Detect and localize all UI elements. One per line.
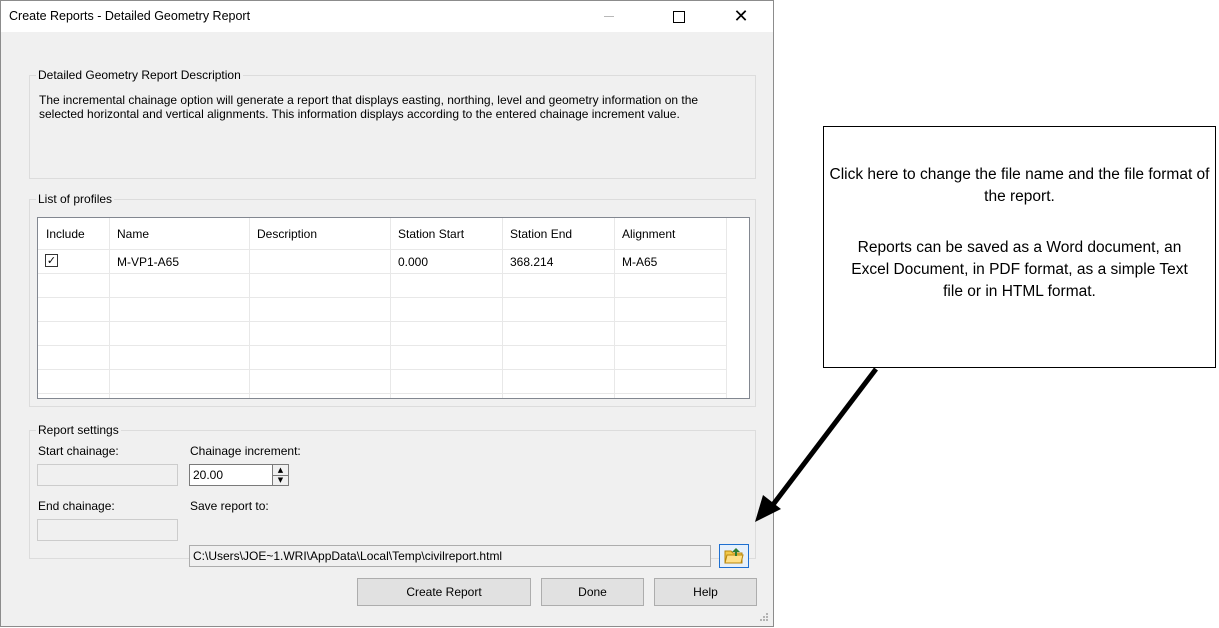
column-header-station-end[interactable]: Station End [502,218,572,250]
callout-arrow-line [770,367,878,508]
alignment-cell: M-A65 [622,255,658,269]
window-title: Create Reports - Detailed Geometry Repor… [9,9,251,23]
profiles-table[interactable]: Include Name Description Station Start S… [37,217,750,399]
maximize-icon [673,10,685,23]
callout-text-1: Click here to change the file name and t… [829,166,1210,205]
empty-table-row [38,370,727,394]
done-button[interactable]: Done [541,578,644,606]
table-header-row: Include Name Description Station Start S… [38,218,727,250]
profile-name-cell: M-VP1-A65 [117,255,180,269]
end-chainage-field[interactable] [37,519,178,541]
chainage-increment-input[interactable]: 20.00 [189,464,273,486]
resize-grip-icon[interactable] [759,612,769,622]
folder-browse-icon [724,548,744,564]
spin-down-icon[interactable]: ▼ [273,475,288,485]
minimize-button[interactable] [586,1,632,32]
checkbox-checked-icon[interactable]: ✓ [45,254,58,267]
description-text: The incremental chainage option will gen… [39,93,699,121]
close-button[interactable]: ✕ [718,1,764,32]
profile-description-cell [249,250,257,274]
save-report-to-label: Save report to: [190,499,269,513]
table-row[interactable]: ✓ M-VP1-A65 0.000 368.214 M-A65 [38,250,727,274]
browse-file-button[interactable] [719,544,749,568]
callout-text-2: Reports can be saved as a Word document,… [851,239,1188,300]
chainage-increment-label: Chainage increment: [190,444,301,458]
end-chainage-label: End chainage: [38,499,115,513]
include-cell[interactable]: ✓ [38,250,109,274]
create-reports-dialog: Create Reports - Detailed Geometry Repor… [0,0,774,627]
empty-table-row [38,322,727,346]
column-header-name[interactable]: Name [109,218,149,250]
empty-table-row [38,298,727,322]
start-chainage-field[interactable] [37,464,178,486]
empty-table-row [38,346,727,370]
column-header-include[interactable]: Include [38,218,85,250]
station-end-cell: 368.214 [510,255,554,269]
help-button[interactable]: Help [654,578,757,606]
report-settings-legend: Report settings [36,423,121,437]
description-group: Detailed Geometry Report Description The… [29,68,756,179]
start-chainage-label: Start chainage: [38,444,119,458]
title-bar: Create Reports - Detailed Geometry Repor… [1,1,773,32]
empty-table-row [38,274,727,298]
profiles-group-legend: List of profiles [36,192,115,206]
column-header-alignment[interactable]: Alignment [614,218,675,250]
save-report-path-field[interactable]: C:\Users\JOE~1.WRI\AppData\Local\Temp\ci… [189,545,711,567]
annotation-callout: Click here to change the file name and t… [823,126,1216,368]
chainage-increment-stepper[interactable]: ▲ ▼ [272,464,289,486]
description-group-legend: Detailed Geometry Report Description [36,68,243,82]
maximize-button[interactable] [656,1,702,32]
column-header-station-start[interactable]: Station Start [390,218,464,250]
close-icon: ✕ [733,5,749,27]
column-header-description[interactable]: Description [249,218,317,250]
minimize-icon [604,16,614,17]
station-start-cell: 0.000 [398,255,429,269]
create-report-button[interactable]: Create Report [357,578,531,606]
